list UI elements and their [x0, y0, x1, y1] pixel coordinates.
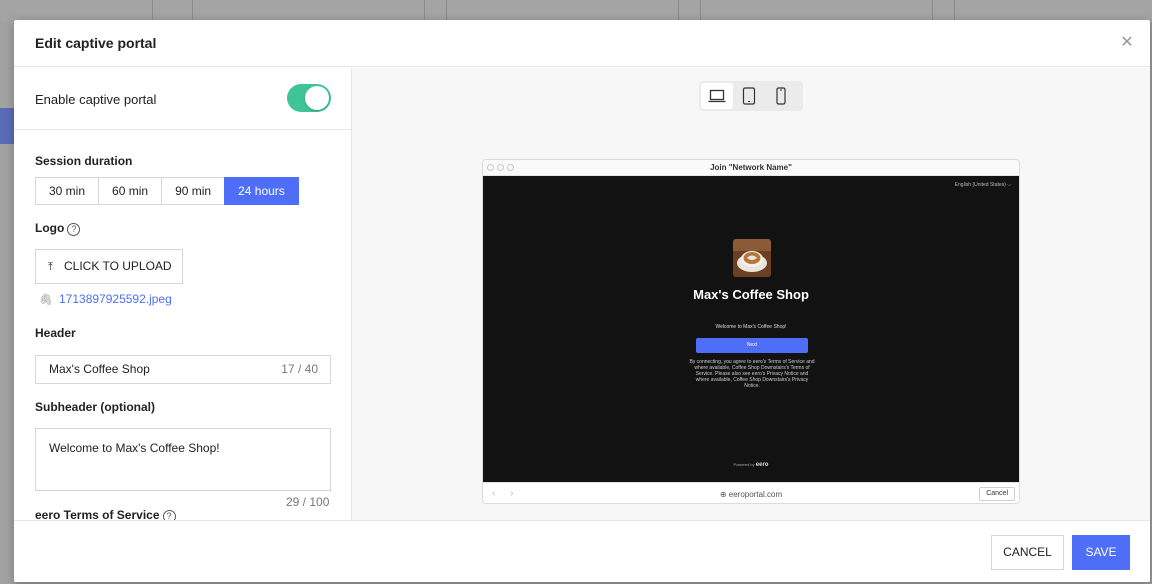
language-selector[interactable]: English (United States) ⌵ [955, 182, 1011, 188]
uploaded-file-name: 1713897925592.jpeg [59, 292, 172, 306]
header-input-value: Max's Coffee Shop [49, 362, 150, 376]
session-duration-selector: 30 min 60 min 90 min 24 hours [35, 177, 299, 205]
close-icon[interactable]: ✕ [1116, 32, 1138, 54]
session-option-30-min[interactable]: 30 min [35, 177, 100, 205]
coffee-logo-image [733, 239, 771, 277]
browser-preview-window: Join "Network Name" English (United Stat… [482, 159, 1020, 504]
header-char-count: 17 / 40 [281, 362, 318, 376]
eero-brand: eero [755, 462, 769, 468]
background-table-header [0, 0, 1152, 22]
uploaded-file-link[interactable]: 🖇 1713897925592.jpeg [39, 292, 172, 306]
edit-captive-portal-modal: Edit captive portal ✕ Enable captive por… [14, 20, 1150, 582]
upload-label: CLICK TO UPLOAD [64, 259, 172, 273]
help-icon[interactable]: ? [67, 223, 81, 236]
session-option-60-min[interactable]: 60 min [98, 177, 163, 205]
logo-label-text: Logo [35, 221, 65, 235]
laptop-icon[interactable] [701, 83, 733, 109]
cancel-button[interactable]: CANCEL [991, 535, 1064, 570]
subheader-textarea[interactable]: Welcome to Max's Coffee Shop! [35, 428, 331, 491]
portal-screen: English (United States) ⌵ Max's Coffee S… [483, 176, 1019, 482]
subheader-value: Welcome to Max's Coffee Shop! [49, 441, 220, 455]
save-button[interactable]: SAVE [1072, 535, 1130, 570]
browser-bottom-bar: ‹ › ⊕ eeroportal.com Cancel [483, 482, 1019, 503]
portal-preview-panel: Join "Network Name" English (United Stat… [352, 68, 1150, 520]
session-duration-label: Session duration [35, 154, 133, 168]
enable-portal-toggle[interactable] [287, 84, 331, 112]
browser-titlebar: Join "Network Name" [483, 160, 1019, 176]
preview-cancel-button[interactable]: Cancel [979, 487, 1015, 501]
portal-subheader-text: Welcome to Max's Coffee Shop! [715, 324, 787, 330]
browser-window-title: Join "Network Name" [710, 163, 792, 172]
upload-icon: ⤒ [48, 261, 53, 273]
terms-label-text: eero Terms of Service [35, 508, 160, 520]
modal-header: Edit captive portal ✕ [14, 20, 1150, 67]
phone-icon[interactable] [765, 83, 797, 109]
upload-logo-button[interactable]: ⤒ CLICK TO UPLOAD [35, 249, 183, 284]
portal-header-text: Max's Coffee Shop [693, 287, 809, 302]
header-label: Header [35, 326, 76, 340]
enable-portal-row: Enable captive portal [14, 68, 351, 130]
browser-url: ⊕ eeroportal.com [719, 490, 783, 499]
powered-by-label: Powered by [733, 462, 755, 467]
logo-label: Logo? [35, 221, 81, 236]
portal-next-button[interactable]: Next [696, 338, 808, 353]
tablet-icon[interactable] [733, 83, 765, 109]
portal-terms-text: By connecting, you agree to eero's Terms… [689, 359, 815, 389]
powered-by-eero: Powered by eero [483, 462, 1019, 468]
paperclip-icon: 🖇 [39, 294, 53, 306]
toggle-knob [305, 86, 329, 110]
settings-form: Enable captive portal Session duration 3… [14, 68, 352, 520]
subheader-char-count: 29 / 100 [286, 495, 330, 509]
modal-footer: CANCEL SAVE [14, 520, 1150, 582]
terms-label: eero Terms of Service? [35, 508, 176, 520]
help-icon[interactable]: ? [162, 510, 176, 520]
enable-portal-label: Enable captive portal [35, 92, 157, 107]
header-input[interactable]: Max's Coffee Shop 17 / 40 [35, 355, 331, 384]
modal-title: Edit captive portal [35, 35, 157, 51]
device-switcher [699, 81, 803, 111]
session-option-90-min[interactable]: 90 min [161, 177, 226, 205]
subheader-label: Subheader (optional) [35, 400, 155, 414]
session-option-24-hours[interactable]: 24 hours [224, 177, 299, 205]
